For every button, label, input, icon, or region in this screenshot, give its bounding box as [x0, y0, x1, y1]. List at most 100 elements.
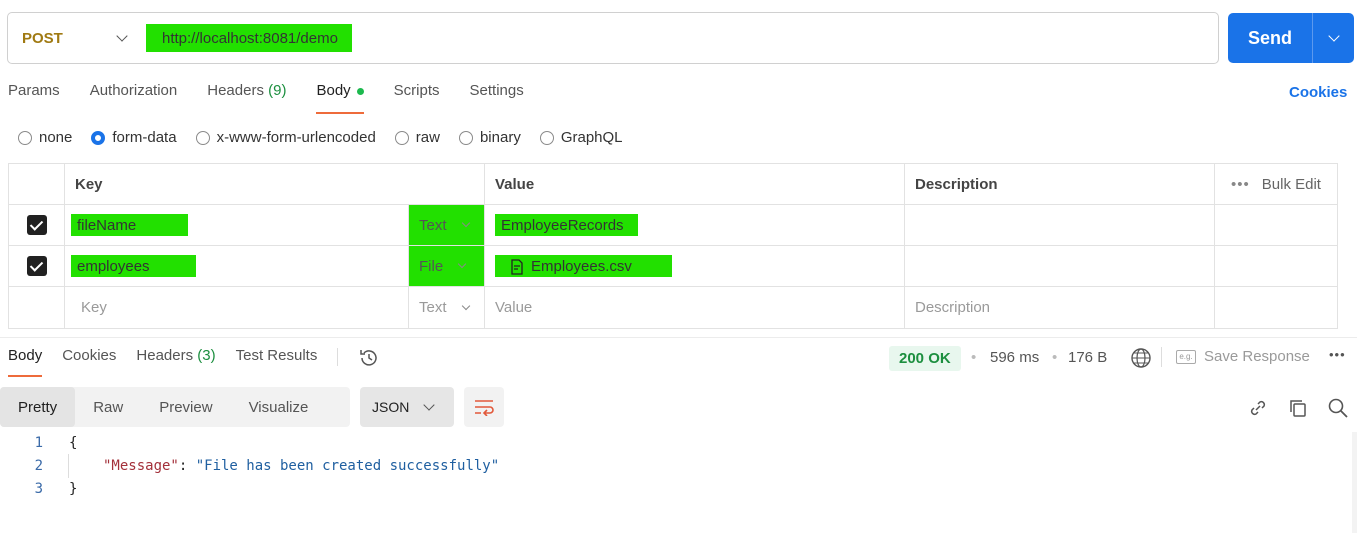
- form-data-table: Key Value Description ••• Bulk Edit file…: [8, 163, 1338, 329]
- link-icon[interactable]: [1247, 397, 1269, 419]
- radio-urlencoded[interactable]: x-www-form-urlencoded: [195, 129, 376, 146]
- response-headers-count: (3): [197, 347, 216, 364]
- globe-icon[interactable]: [1130, 347, 1152, 369]
- send-button-group: Send: [1228, 13, 1354, 63]
- radio-binary[interactable]: binary: [458, 129, 521, 146]
- bulk-edit-button[interactable]: ••• Bulk Edit: [1215, 164, 1337, 204]
- status-badge: 200 OK: [889, 346, 961, 371]
- value-input[interactable]: Value: [485, 287, 905, 328]
- view-tab-preview[interactable]: Preview: [141, 387, 230, 427]
- row-checkbox[interactable]: [26, 256, 47, 276]
- response-size: 176 B: [1068, 349, 1108, 366]
- copy-icon[interactable]: [1287, 397, 1309, 419]
- radio-graphql[interactable]: GraphQL: [539, 129, 623, 146]
- table-header: Key Value Description ••• Bulk Edit: [9, 164, 1337, 205]
- column-header-value: Value: [485, 164, 905, 204]
- cookies-link[interactable]: Cookies: [1289, 84, 1347, 101]
- value-cell[interactable]: EmployeeRecords: [495, 214, 638, 236]
- chevron-down-icon: [1327, 30, 1340, 42]
- response-tab-body[interactable]: Body: [8, 347, 43, 377]
- wrap-lines-button[interactable]: [464, 387, 504, 427]
- tab-params[interactable]: Params: [8, 82, 60, 114]
- format-label: JSON: [372, 399, 410, 415]
- tab-headers-label: Headers: [207, 82, 264, 99]
- format-select[interactable]: JSON: [360, 387, 454, 427]
- tab-settings[interactable]: Settings: [470, 82, 524, 114]
- description-cell[interactable]: [905, 205, 1215, 245]
- save-response-button[interactable]: e.g. Save Response: [1176, 348, 1310, 365]
- separator-dot: •: [1052, 349, 1058, 366]
- radio-label: x-www-form-urlencoded: [216, 129, 376, 146]
- view-tab-raw[interactable]: Raw: [75, 387, 141, 427]
- radio-circle-icon: [458, 130, 473, 145]
- modified-dot-icon: [356, 87, 364, 95]
- tab-scripts[interactable]: Scripts: [394, 82, 440, 114]
- more-horizontal-icon: •••: [1231, 175, 1250, 193]
- divider: [1161, 347, 1162, 367]
- file-name: Employees.csv: [531, 258, 632, 275]
- radio-circle-icon: [195, 130, 210, 145]
- tab-body[interactable]: Body: [316, 82, 364, 114]
- url-bar: POST http://localhost:8081/demo: [7, 12, 1219, 64]
- radio-circle-icon: [394, 130, 409, 145]
- search-icon[interactable]: [1327, 397, 1349, 419]
- code-text: }: [69, 481, 78, 497]
- table-row: fileName Text EmployeeRecords: [9, 205, 1337, 246]
- description-cell[interactable]: [905, 246, 1215, 286]
- type-select[interactable]: Text: [409, 205, 485, 245]
- method-label: POST: [22, 29, 63, 47]
- json-value: "File has been created successfully": [195, 458, 500, 474]
- url-input[interactable]: http://localhost:8081/demo: [146, 24, 352, 52]
- save-response-label: Save Response: [1204, 348, 1310, 365]
- key-cell[interactable]: fileName: [71, 214, 189, 236]
- type-label: Text: [419, 216, 447, 234]
- radio-label: form-data: [112, 129, 177, 146]
- type-placeholder: Text: [419, 299, 447, 316]
- radio-circle-icon: [539, 130, 554, 145]
- type-label: File: [419, 257, 444, 275]
- tab-authorization[interactable]: Authorization: [90, 82, 178, 114]
- file-value-cell[interactable]: Employees.csv: [495, 255, 672, 277]
- row-checkbox[interactable]: [26, 215, 47, 235]
- history-icon[interactable]: [358, 347, 380, 369]
- radio-none[interactable]: none: [18, 129, 72, 146]
- tab-headers[interactable]: Headers (9): [207, 82, 286, 114]
- scrollbar[interactable]: [1352, 432, 1357, 533]
- send-options-button[interactable]: [1312, 13, 1354, 63]
- response-tab-headers[interactable]: Headers (3): [136, 347, 215, 379]
- request-tabs: Params Authorization Headers (9) Body Sc…: [8, 82, 524, 114]
- radio-raw[interactable]: raw: [394, 129, 440, 146]
- code-line: 1{: [0, 435, 78, 451]
- chevron-down-icon: [116, 30, 128, 42]
- response-tab-test-results[interactable]: Test Results: [236, 347, 318, 379]
- radio-form-data[interactable]: form-data: [91, 129, 177, 146]
- code-line: 3}: [0, 481, 78, 497]
- tab-body-label: Body: [316, 82, 351, 99]
- radio-circle-icon: [18, 130, 32, 145]
- radio-label: binary: [479, 129, 521, 146]
- chevron-down-icon: [457, 259, 467, 269]
- send-button[interactable]: Send: [1228, 28, 1312, 49]
- view-tab-visualize[interactable]: Visualize: [231, 387, 327, 427]
- view-tab-pretty[interactable]: Pretty: [0, 387, 76, 427]
- description-input[interactable]: Description: [905, 287, 1215, 328]
- method-select[interactable]: POST: [8, 13, 140, 63]
- value-placeholder: Value: [495, 299, 533, 316]
- wrap-lines-icon: [475, 400, 494, 416]
- response-time: 596 ms: [990, 349, 1040, 366]
- json-key: "Message": [103, 458, 179, 474]
- key-cell[interactable]: employees: [71, 255, 196, 277]
- response-tab-cookies[interactable]: Cookies: [62, 347, 116, 379]
- chevron-down-icon: [423, 399, 436, 411]
- file-icon: [511, 258, 523, 275]
- bulk-edit-label: Bulk Edit: [1261, 175, 1321, 193]
- response-tabs: Body Cookies Headers (3) Test Results: [8, 347, 380, 379]
- type-select[interactable]: File: [409, 246, 485, 286]
- type-select[interactable]: Text: [409, 287, 485, 328]
- chevron-down-icon: [461, 301, 470, 310]
- more-horizontal-icon[interactable]: •••: [1329, 347, 1346, 362]
- key-input[interactable]: Key: [65, 287, 409, 328]
- radio-selected-icon: [91, 130, 106, 145]
- json-colon: :: [178, 458, 196, 474]
- table-row: employees File Employees.csv: [9, 246, 1337, 287]
